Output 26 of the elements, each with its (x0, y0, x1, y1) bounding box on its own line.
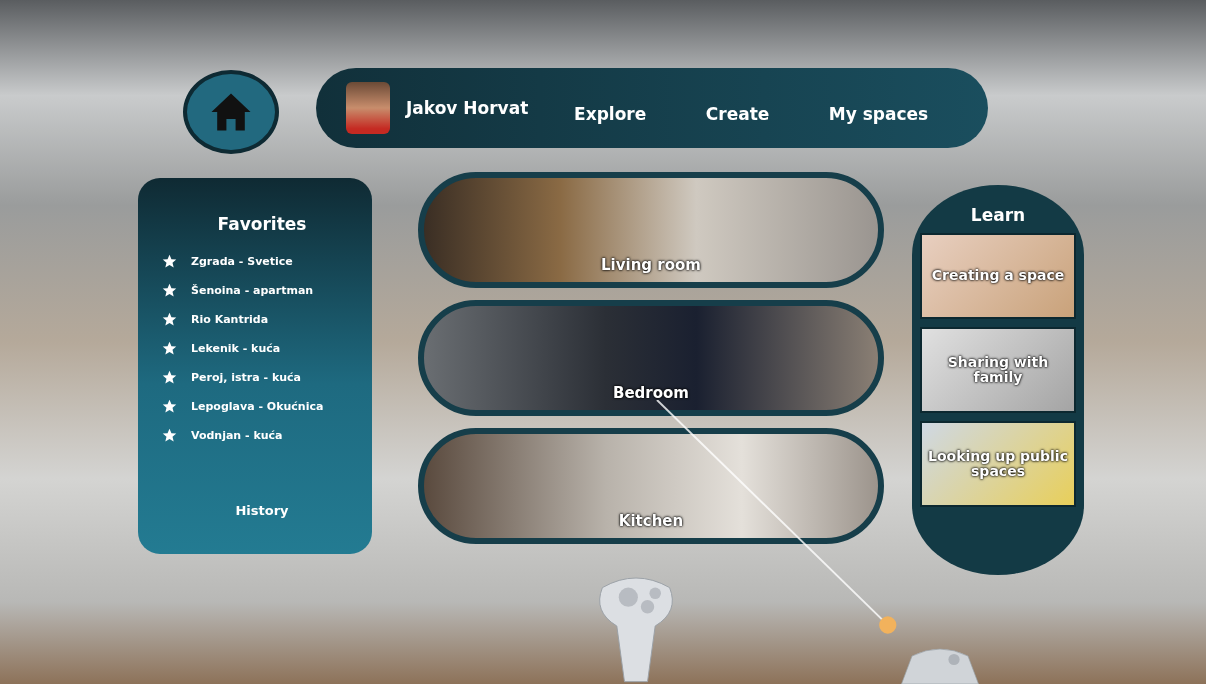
star-icon (162, 399, 177, 414)
user-name: Jakov Horvat (406, 98, 529, 118)
favorite-link[interactable]: Zgrada - Svetice (191, 255, 293, 268)
star-icon (162, 341, 177, 356)
star-icon (162, 254, 177, 269)
avatar-icon (346, 82, 390, 134)
history-link[interactable]: History (235, 503, 289, 518)
favorites-title: Favorites (217, 214, 307, 234)
nav-link[interactable]: Explore (574, 104, 647, 124)
space-label: Kitchen (618, 512, 684, 530)
favorite-link[interactable]: Vodnjan - kuća (191, 429, 283, 442)
learn-title: Learn (970, 205, 1026, 225)
space-card[interactable]: Bedroom (418, 300, 884, 416)
star-icon (162, 370, 177, 385)
star-icon (162, 312, 177, 327)
favorite-link[interactable]: Lepoglava - Okućnica (191, 400, 324, 413)
space-label: Living room (601, 256, 701, 274)
nav-link[interactable]: Create (705, 104, 770, 124)
nav-link[interactable]: My spaces (828, 104, 929, 124)
favorite-link[interactable]: Lekenik - kuća (191, 342, 281, 355)
star-icon (162, 428, 177, 443)
favorite-link[interactable]: Rio Kantrida (191, 313, 269, 326)
favorite-link[interactable]: Šenoina - apartman (191, 284, 314, 297)
space-label: Bedroom (613, 384, 689, 402)
star-icon (162, 283, 177, 298)
favorite-link[interactable]: Peroj, istra - kuća (191, 371, 302, 384)
